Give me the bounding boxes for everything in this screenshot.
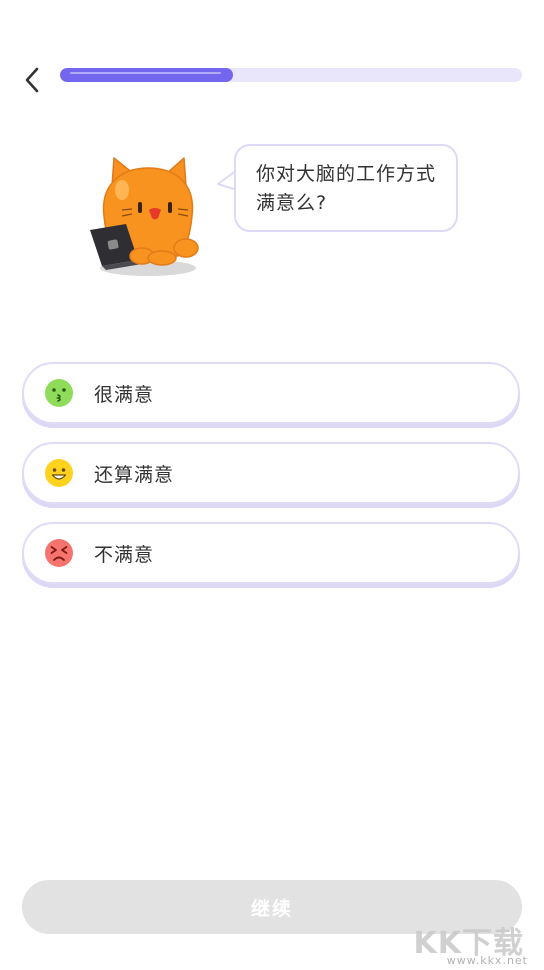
chevron-left-icon: [25, 67, 39, 93]
smiling-face-icon: [45, 459, 73, 487]
option-label: 不满意: [94, 543, 155, 566]
frustrated-face-icon: [45, 539, 73, 567]
question-text: 你对大脑的工作方式满意么?: [256, 163, 437, 214]
watermark: KK下载 www.kkx.net: [368, 918, 538, 970]
option-not-satisfied[interactable]: 不满意: [22, 522, 520, 584]
option-label: 还算满意: [94, 463, 175, 486]
progress-bar: [60, 68, 522, 82]
option-label: 很满意: [94, 383, 155, 406]
watermark-url: www.kkx.net: [446, 954, 528, 967]
cat-mascot-illustration: [90, 157, 199, 276]
speech-bubble: 你对大脑的工作方式满意么?: [234, 144, 458, 232]
option-very-satisfied[interactable]: 很满意: [22, 362, 520, 424]
back-button[interactable]: [18, 64, 46, 96]
kissing-face-icon: [45, 379, 73, 407]
progress-fill: [60, 68, 234, 82]
option-fairly-satisfied[interactable]: 还算满意: [22, 442, 520, 504]
